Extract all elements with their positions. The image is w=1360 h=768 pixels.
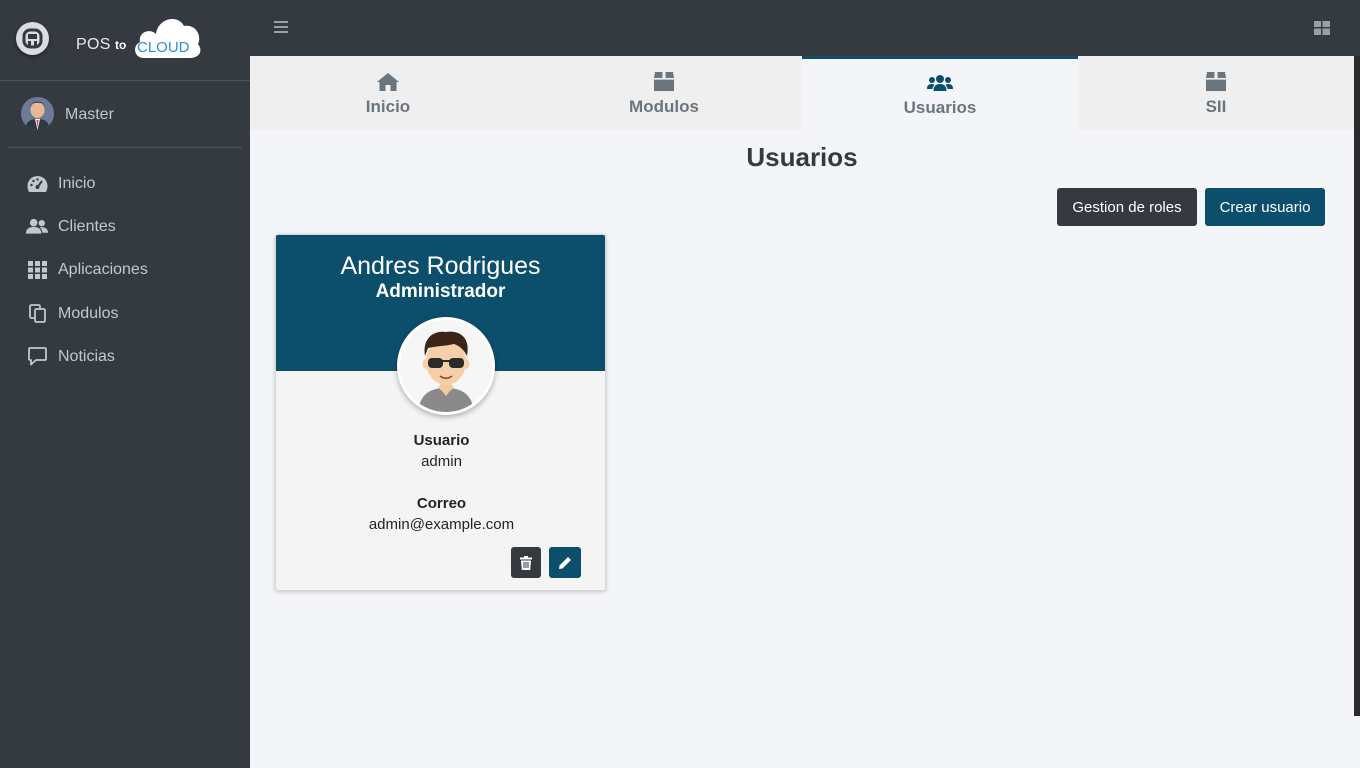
scrollbar[interactable]: [1354, 56, 1360, 716]
hamburger-icon: [274, 21, 288, 33]
user-name: Master: [65, 106, 114, 123]
sidebar-item-aplicaciones[interactable]: Aplicaciones: [8, 249, 242, 292]
tab-sii[interactable]: SII: [1078, 56, 1354, 130]
home-icon: [376, 70, 400, 94]
tab-label: Usuarios: [903, 98, 977, 117]
edit-user-button[interactable]: [549, 547, 581, 578]
user-card: Andres Rodrigues Administrador Usuario a…: [275, 234, 606, 591]
user-panel[interactable]: Master: [8, 81, 242, 148]
brand-text-cloud: CLOUD: [137, 39, 190, 56]
brand[interactable]: POS to CLOUD: [0, 0, 250, 81]
brand-logo-icon: [16, 22, 49, 55]
user-avatar: [397, 317, 495, 415]
sidebar-item-label: Inicio: [58, 174, 96, 192]
page-title: Usuarios: [746, 142, 858, 172]
comment-icon: [26, 347, 48, 367]
username-value: admin: [421, 453, 462, 470]
topbar: [250, 0, 1360, 56]
sidebar-item-clientes[interactable]: Clientes: [8, 205, 242, 248]
manage-roles-button[interactable]: Gestion de roles: [1057, 188, 1197, 226]
email-value: admin@example.com: [368, 516, 515, 533]
tab-modulos[interactable]: Modulos: [526, 56, 802, 130]
sidebar-item-modulos[interactable]: Modulos: [8, 292, 242, 335]
sidebar-item-label: Noticias: [58, 347, 115, 365]
trash-icon: [520, 555, 532, 570]
tab-usuarios[interactable]: Usuarios: [802, 56, 1078, 130]
grid-icon: [26, 260, 48, 280]
user-card-role: Administrador: [375, 281, 506, 302]
username-label: Usuario: [413, 432, 470, 449]
sidebar-item-inicio[interactable]: Inicio: [8, 162, 242, 205]
tab-inicio[interactable]: Inicio: [250, 56, 526, 130]
cloud-logo-icon: CLOUD: [135, 19, 201, 58]
sidebar-item-label: Aplicaciones: [58, 261, 148, 279]
tab-label: Modulos: [629, 96, 699, 116]
brand-text-to: to: [115, 38, 127, 52]
sidebar-nav: Inicio Clientes Aplicaciones Modulos Not…: [8, 162, 242, 378]
avatar: [21, 97, 54, 130]
menu-toggle-button[interactable]: [274, 20, 288, 39]
tab-label: SII: [1205, 96, 1227, 116]
sidebar: POS to CLOUD Master Inicio Clientes Apli…: [0, 0, 250, 768]
brand-text-pos: POS: [76, 36, 111, 53]
sidebar-item-noticias[interactable]: Noticias: [8, 335, 242, 378]
box-icon: [653, 70, 675, 94]
box-icon: [1205, 70, 1227, 94]
sidebar-item-label: Clientes: [58, 217, 116, 235]
copy-icon: [26, 304, 48, 324]
tab-label: Inicio: [365, 96, 411, 116]
user-card-name: Andres Rodrigues: [340, 252, 541, 280]
delete-user-button[interactable]: [511, 547, 541, 578]
apps-button[interactable]: [1314, 21, 1330, 40]
tachometer-icon: [26, 174, 48, 194]
users-icon: [26, 217, 48, 237]
email-label: Correo: [416, 495, 467, 512]
users-icon: [927, 71, 953, 95]
sidebar-item-label: Modulos: [58, 304, 119, 322]
windows-grid-icon: [1314, 21, 1330, 35]
main-tabs: Inicio Modulos Usuarios SII: [250, 56, 1354, 130]
pencil-icon: [559, 556, 571, 569]
create-user-button[interactable]: Crear usuario: [1205, 188, 1325, 226]
